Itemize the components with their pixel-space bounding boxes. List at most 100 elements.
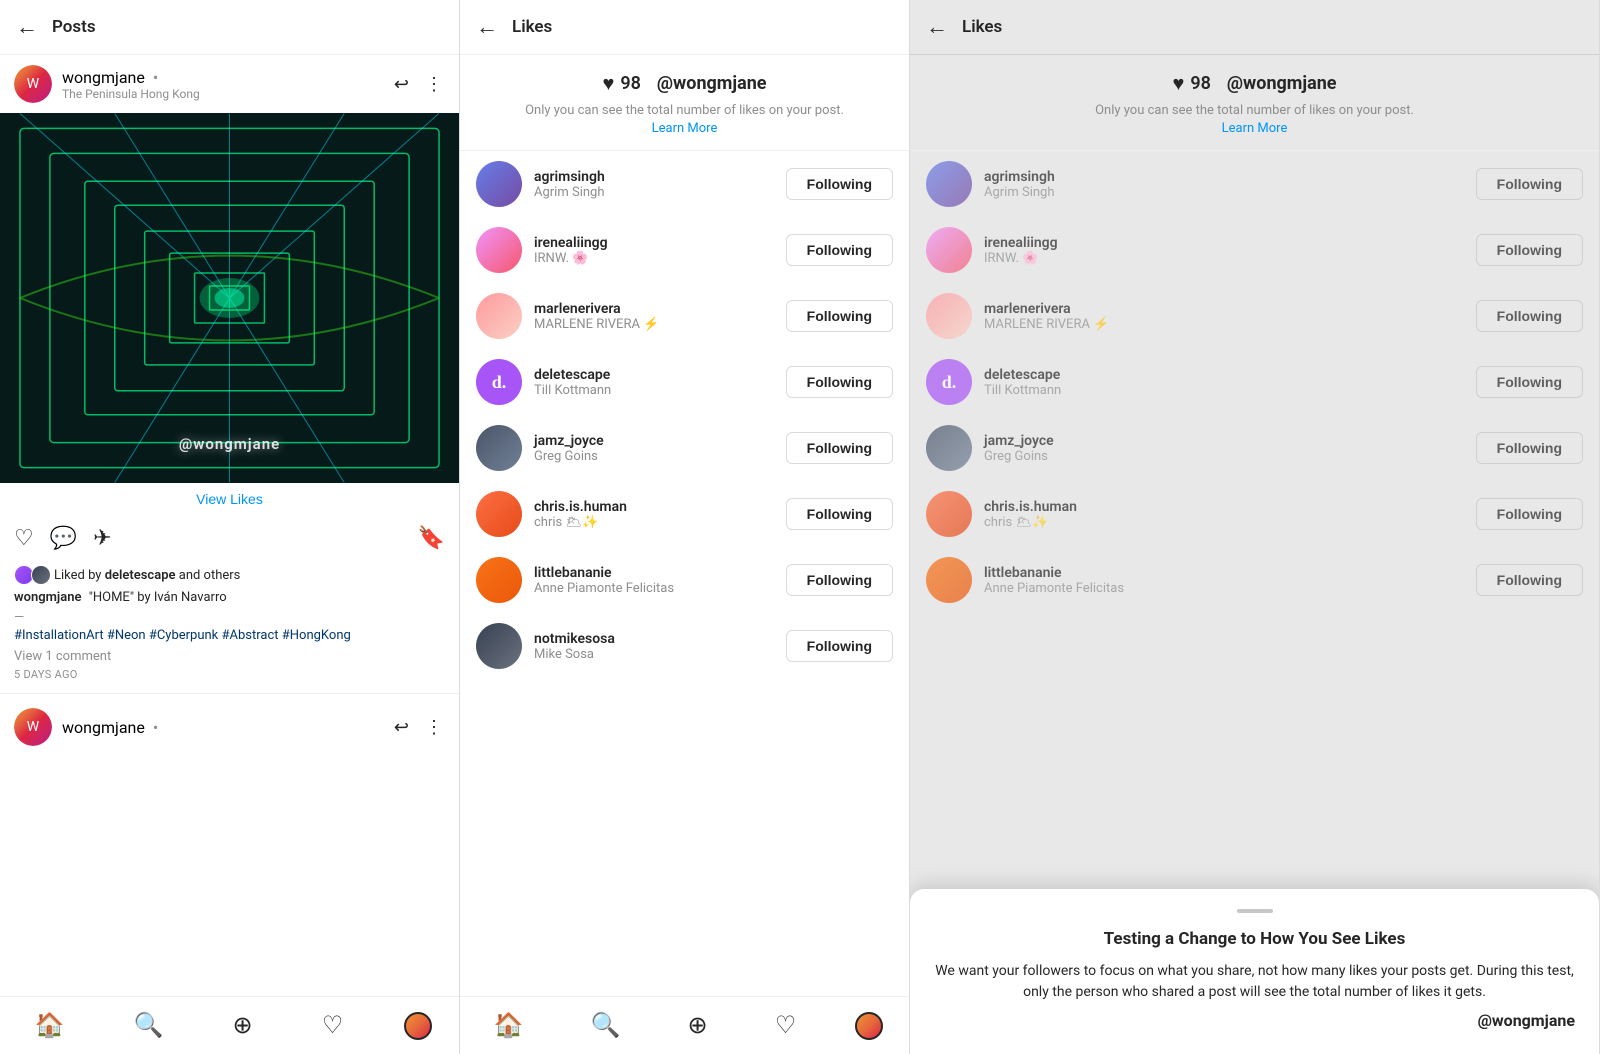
- bookmark-button[interactable]: 🔖: [418, 525, 445, 551]
- likes-avatar-jamz_joyce[interactable]: [926, 425, 972, 471]
- likes-avatar-marlenerivera[interactable]: [476, 293, 522, 339]
- following-button[interactable]: Following: [786, 630, 893, 662]
- post-divider: [0, 693, 459, 694]
- likes-display-name: chris 🌥✨: [984, 515, 1464, 530]
- view-comments-link[interactable]: View 1 comment: [14, 649, 445, 664]
- likes-display-name: Agrim Singh: [534, 185, 774, 200]
- following-button[interactable]: Following: [786, 366, 893, 398]
- likes-username[interactable]: littlebananie: [984, 565, 1464, 581]
- following-button[interactable]: Following: [786, 498, 893, 530]
- likes-avatar-chris.is.human[interactable]: [926, 491, 972, 537]
- following-button[interactable]: Following: [1476, 498, 1583, 530]
- overlay-handle[interactable]: [1237, 909, 1273, 913]
- more-options-button[interactable]: ⋮: [423, 72, 445, 97]
- second-reply-button[interactable]: ↩: [392, 715, 411, 740]
- likes-avatar-littlebananie[interactable]: [926, 557, 972, 603]
- likes-username[interactable]: jamz_joyce: [984, 433, 1464, 449]
- likes-username[interactable]: marlenerivera: [984, 301, 1464, 317]
- nav-search-button[interactable]: 🔍: [126, 1007, 172, 1044]
- panel-posts: ← Posts W wongmjane • The Peninsula Hong…: [0, 0, 460, 1054]
- nav-profile-avatar[interactable]: [404, 1012, 432, 1040]
- posts-header: ← Posts: [0, 0, 459, 55]
- likes-avatar-jamz_joyce[interactable]: [476, 425, 522, 471]
- likes-item: littlebananieAnne Piamonte Felicitas Foll…: [460, 547, 909, 613]
- following-button[interactable]: Following: [1476, 168, 1583, 200]
- nav-likes-button[interactable]: ♡: [314, 1007, 352, 1044]
- likes-user-info: littlebananieAnne Piamonte Felicitas: [534, 565, 774, 596]
- following-button[interactable]: Following: [786, 300, 893, 332]
- post-image: @wongmjane: [0, 113, 459, 483]
- likes-avatar-chris.is.human[interactable]: [476, 491, 522, 537]
- likes-title: Likes: [512, 17, 552, 37]
- likes-username[interactable]: deletescape: [534, 367, 774, 383]
- following-button[interactable]: Following: [786, 432, 893, 464]
- post-owner-avatar[interactable]: W: [14, 65, 52, 103]
- likes-avatar-irenealiingg[interactable]: [926, 227, 972, 273]
- likes-username[interactable]: irenealiingg: [984, 235, 1464, 251]
- liked-avatars: [14, 565, 48, 585]
- likes-nav-create[interactable]: ⊕: [680, 1007, 716, 1044]
- likes-username[interactable]: agrimsingh: [984, 169, 1464, 185]
- likes-avatar-irenealiingg[interactable]: [476, 227, 522, 273]
- view-likes-button[interactable]: View Likes: [0, 483, 459, 515]
- likes-avatar-agrimsingh[interactable]: [926, 161, 972, 207]
- likes-back-button[interactable]: ←: [476, 14, 498, 40]
- likes-display-name: Anne Piamonte Felicitas: [534, 581, 774, 596]
- likes-nav-profile[interactable]: [855, 1012, 883, 1040]
- likes-avatar-marlenerivera[interactable]: [926, 293, 972, 339]
- post-hashtags[interactable]: #InstallationArt #Neon #Cyberpunk #Abstr…: [14, 628, 445, 643]
- likes-username[interactable]: chris.is.human: [534, 499, 774, 515]
- liker-avatar-2: [31, 565, 51, 585]
- caption-username[interactable]: wongmjane: [14, 590, 81, 605]
- following-button[interactable]: Following: [786, 564, 893, 596]
- nav-home-button[interactable]: 🏠: [27, 1007, 73, 1044]
- following-button[interactable]: Following: [1476, 234, 1583, 266]
- likes-username[interactable]: deletescape: [984, 367, 1464, 383]
- likes-user-info: jamz_joyceGreg Goins: [534, 433, 774, 464]
- likes-user-info: chris.is.humanchris 🌥✨: [534, 499, 774, 530]
- likes-username[interactable]: notmikesosa: [534, 631, 774, 647]
- learn-more-link[interactable]: Learn More: [652, 121, 718, 136]
- comment-button[interactable]: 💬: [50, 521, 77, 555]
- following-button[interactable]: Following: [1476, 366, 1583, 398]
- following-button[interactable]: Following: [786, 234, 893, 266]
- likes-username[interactable]: littlebananie: [534, 565, 774, 581]
- likes-avatar-deletescape[interactable]: d.: [926, 359, 972, 405]
- likes-username[interactable]: agrimsingh: [534, 169, 774, 185]
- likes-username[interactable]: chris.is.human: [984, 499, 1464, 515]
- second-more-button[interactable]: ⋮: [423, 715, 445, 740]
- likes-item: jamz_joyceGreg GoinsFollowing: [910, 415, 1599, 481]
- likes-avatar-littlebananie[interactable]: [476, 557, 522, 603]
- following-button[interactable]: Following: [1476, 300, 1583, 332]
- likes-avatar-agrimsingh[interactable]: [476, 161, 522, 207]
- following-button[interactable]: Following: [1476, 432, 1583, 464]
- share-button[interactable]: ✈: [93, 521, 111, 555]
- likes-nav-search[interactable]: 🔍: [583, 1007, 629, 1044]
- liked-others: and others: [179, 568, 241, 583]
- likes-username[interactable]: jamz_joyce: [534, 433, 774, 449]
- likes-username[interactable]: irenealiingg: [534, 235, 774, 251]
- like-button[interactable]: ♡: [14, 521, 34, 555]
- likes-nav-heart[interactable]: ♡: [767, 1007, 805, 1044]
- nav-create-button[interactable]: ⊕: [225, 1007, 261, 1044]
- likes-avatar-deletescape[interactable]: d.: [476, 359, 522, 405]
- reply-button[interactable]: ↩: [392, 72, 411, 97]
- likes-username[interactable]: marlenerivera: [534, 301, 774, 317]
- likes-item: notmikesosaMike SosaFollowing: [460, 613, 909, 679]
- likes-test-learn-more[interactable]: Learn More: [1222, 121, 1288, 136]
- following-button[interactable]: Following: [786, 168, 893, 200]
- liked-by-user[interactable]: deletescape: [105, 568, 176, 583]
- post-username[interactable]: wongmjane •: [62, 68, 382, 87]
- likes-test-back-button[interactable]: ←: [926, 14, 948, 40]
- following-button[interactable]: Following: [1476, 564, 1583, 596]
- back-button[interactable]: ←: [16, 14, 38, 40]
- likes-avatar-notmikesosa[interactable]: [476, 623, 522, 669]
- likes-user-info: chris.is.humanchris 🌥✨: [984, 499, 1464, 530]
- likes-nav-home[interactable]: 🏠: [486, 1007, 532, 1044]
- test-overlay: Testing a Change to How You See Likes We…: [910, 889, 1599, 1054]
- second-post-username[interactable]: wongmjane •: [62, 718, 382, 737]
- image-watermark: @wongmjane: [179, 435, 280, 453]
- second-post-avatar[interactable]: W: [14, 708, 52, 746]
- likes-display-name: MARLENE RIVERA ⚡: [984, 317, 1464, 332]
- dot-separator: •: [153, 68, 158, 87]
